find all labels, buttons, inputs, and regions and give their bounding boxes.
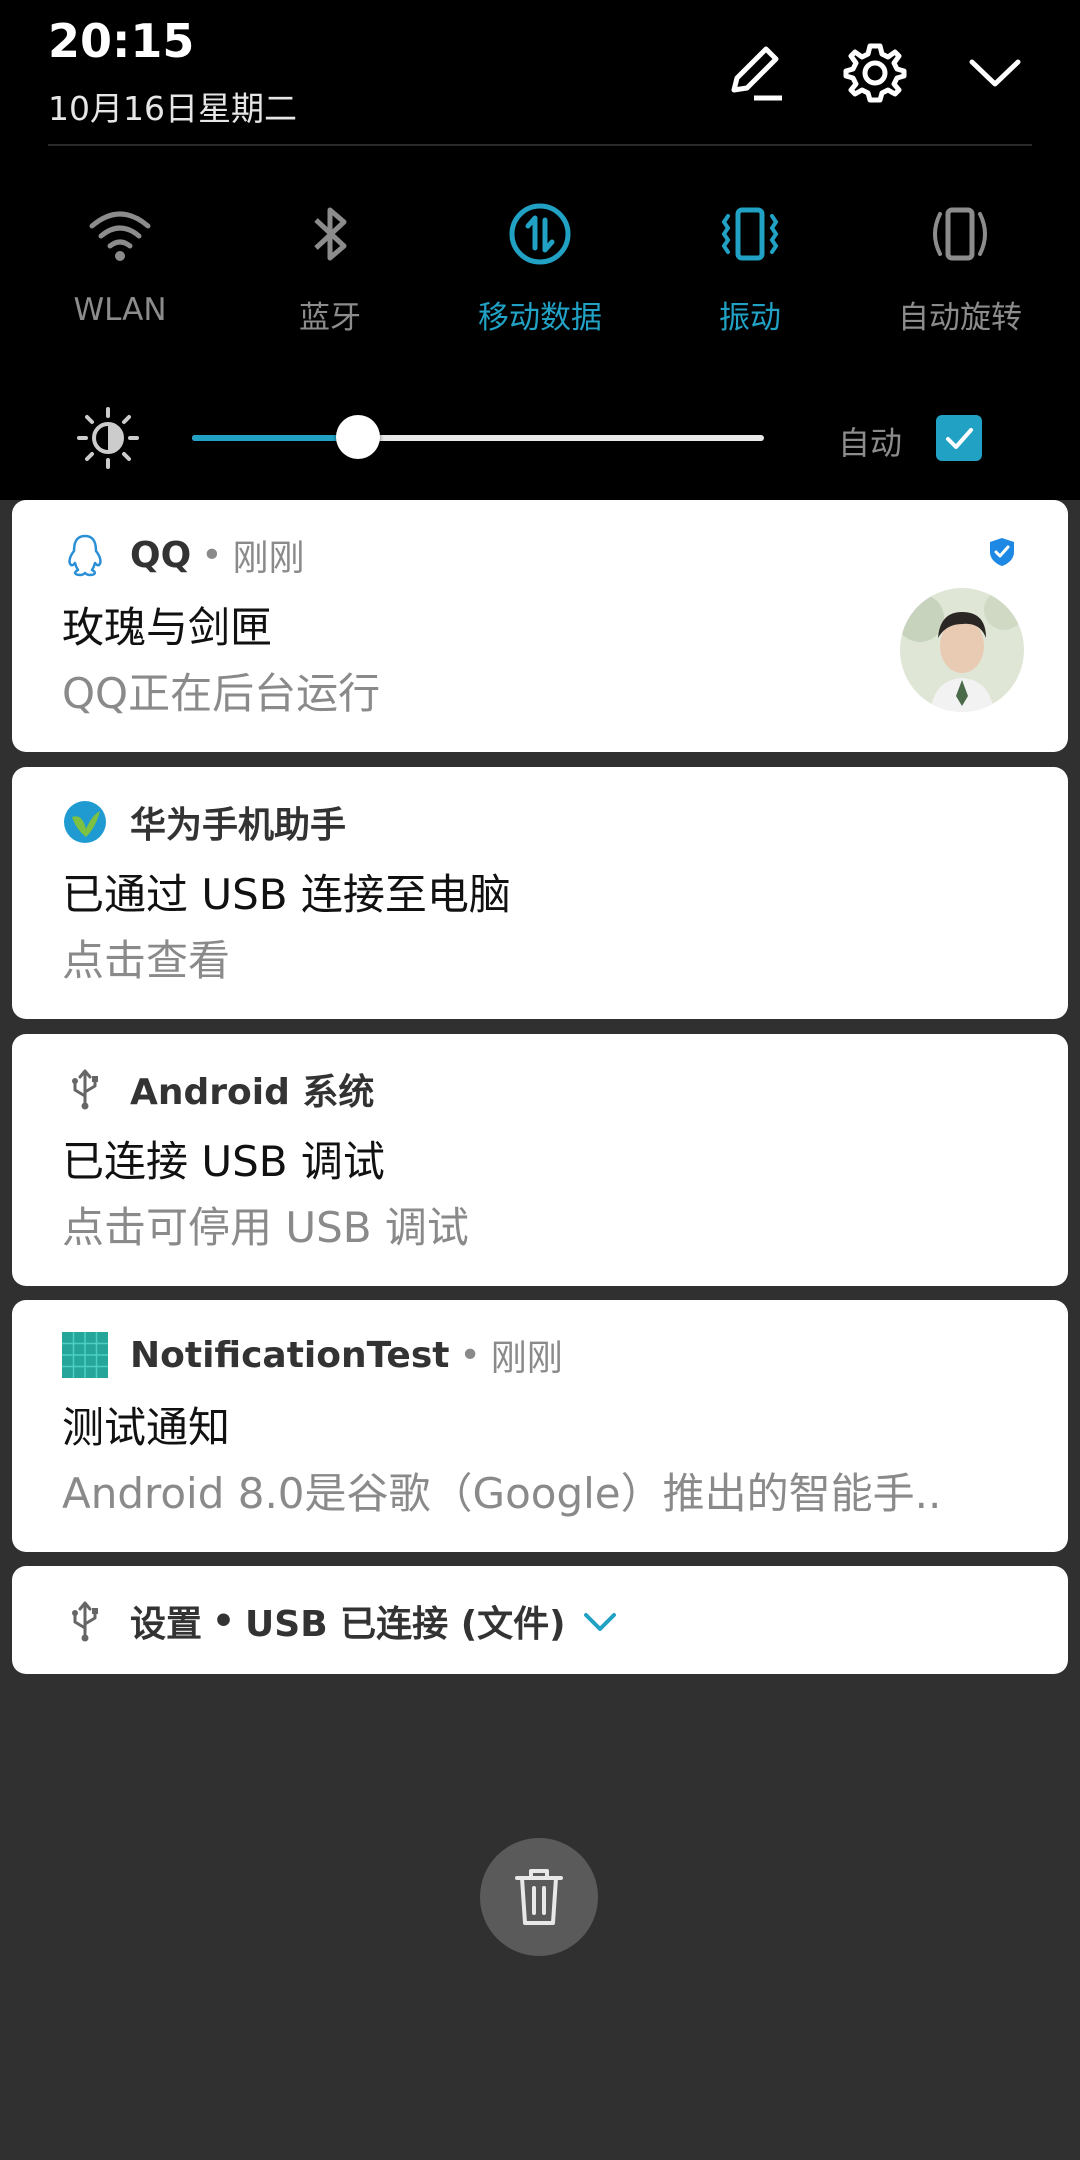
notification-header: 设置 • USB 已连接 (文件) [62, 1594, 620, 1648]
status-date: 10月16日星期二 [48, 89, 297, 128]
qs-tile-label: 振动 [719, 300, 781, 336]
settings-gear-icon[interactable] [840, 38, 910, 108]
brightness-slider[interactable] [192, 415, 764, 459]
notification-title: 已连接 USB 调试 [62, 1137, 385, 1186]
notification-time: 刚刚 [490, 1338, 563, 1379]
notification-time: 刚刚 [232, 538, 305, 579]
auto-brightness-label: 自动 [838, 424, 903, 462]
notification-header: QQ • 刚刚 [62, 528, 304, 582]
verified-badge-icon [990, 538, 1014, 566]
huawei-assistant-icon [64, 801, 106, 843]
collapse-chevron-icon[interactable] [960, 38, 1030, 108]
notification-separator: • [212, 1600, 236, 1642]
notification-title: 已通过 USB 连接至电脑 [62, 870, 511, 919]
qs-tile-mobile-data[interactable]: 移动数据 [435, 196, 645, 346]
qs-tile-bluetooth[interactable]: 蓝牙 [225, 196, 435, 346]
usb-icon [72, 1069, 98, 1110]
brightness-slider-thumb[interactable] [335, 415, 380, 459]
notification-app-name: NotificationTest [130, 1334, 450, 1376]
mobile-data-icon [509, 203, 571, 265]
qs-tile-label: 自动旋转 [898, 300, 1022, 336]
notification-header: 华为手机助手 [62, 795, 346, 849]
usb-icon [72, 1601, 98, 1642]
notification-app-name: QQ [130, 534, 192, 576]
notification-separator: • [459, 1334, 481, 1376]
notification-body: 点击可停用 USB 调试 [62, 1203, 469, 1252]
qs-tile-label: 蓝牙 [299, 300, 361, 336]
auto-brightness-checkbox[interactable] [936, 415, 982, 461]
qs-tile-vibrate[interactable]: 振动 [645, 196, 855, 346]
notification-body: 点击查看 [62, 936, 231, 985]
notification-header: Android 系统 [62, 1062, 374, 1116]
notification-separator: • [201, 534, 223, 576]
edit-icon[interactable] [720, 38, 790, 108]
quick-settings-panel: 20:15 10月16日星期二 WLAN 蓝牙 移动数据 振动 自动旋转 自动 [0, 0, 1080, 500]
expand-chevron-icon[interactable] [580, 1601, 620, 1641]
bluetooth-icon [314, 207, 347, 261]
notification-header: NotificationTest • 刚刚 [62, 1328, 563, 1382]
notification-app-name: 设置 [130, 1604, 203, 1645]
notification-body: Android 8.0是谷歌（Google）推出的智能手.. [62, 1469, 942, 1518]
wifi-icon [89, 211, 151, 261]
qs-tile-wlan[interactable]: WLAN [15, 196, 225, 346]
notification-test-app-icon [62, 1332, 108, 1378]
qs-tile-auto-rotate[interactable]: 自动旋转 [855, 196, 1065, 346]
vibrate-icon [721, 207, 779, 261]
notification-huawei-assistant[interactable]: 华为手机助手 已通过 USB 连接至电脑 点击查看 [12, 767, 1068, 1019]
notification-app-name: Android 系统 [130, 1072, 375, 1113]
notification-notificationtest[interactable]: NotificationTest • 刚刚 测试通知 Android 8.0是谷… [12, 1300, 1068, 1552]
notification-app-name: 华为手机助手 [130, 805, 347, 846]
qs-tile-label: 移动数据 [478, 300, 602, 336]
notification-android-system[interactable]: Android 系统 已连接 USB 调试 点击可停用 USB 调试 [12, 1034, 1068, 1286]
notification-summary: USB 已连接 (文件) [245, 1604, 566, 1645]
notification-qq[interactable]: QQ • 刚刚 玫瑰与剑匣 QQ正在后台运行 [12, 500, 1068, 752]
auto-rotate-icon [933, 207, 987, 261]
notification-title: 玫瑰与剑匣 [62, 603, 273, 652]
qs-tile-label: WLAN [73, 292, 167, 328]
notification-body: QQ正在后台运行 [62, 669, 381, 718]
qq-penguin-icon [68, 534, 102, 577]
notification-settings-usb[interactable]: 设置 • USB 已连接 (文件) [12, 1566, 1068, 1674]
brightness-icon [77, 407, 139, 469]
header-divider [48, 144, 1032, 146]
avatar [900, 588, 1024, 712]
clear-all-button[interactable] [480, 1838, 598, 1956]
status-time: 20:15 [48, 14, 195, 68]
notification-title: 测试通知 [62, 1403, 231, 1452]
brightness-slider-fill [192, 435, 358, 441]
trash-icon [515, 1869, 563, 1925]
